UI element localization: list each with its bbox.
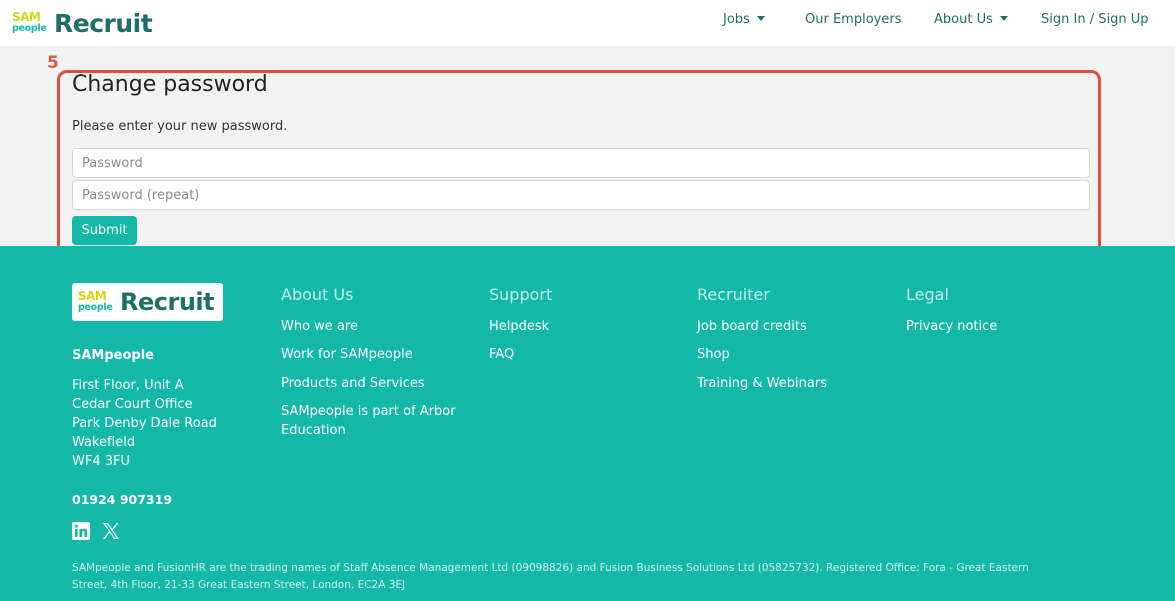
footer-about-heading: About Us (281, 285, 354, 304)
site-logo[interactable]: SAM people Recruit (12, 5, 153, 41)
footer-link-privacy-notice[interactable]: Privacy notice (906, 319, 997, 334)
footer-legal-heading: Legal (906, 285, 949, 304)
footer-logo[interactable]: SAM people Recruit (72, 283, 223, 321)
x-twitter-icon[interactable] (102, 522, 120, 540)
nav-our-employers[interactable]: Our Employers (805, 12, 901, 27)
submit-button[interactable]: Submit (72, 216, 137, 245)
address-line: First Floor, Unit A (72, 378, 184, 393)
sampeople-logo-mark: SAM people (12, 9, 52, 37)
footer-recruiter-heading: Recruiter (697, 285, 770, 304)
logo-people-text: people (12, 23, 47, 34)
nav-about-label: About Us (934, 12, 993, 27)
nav-employers-label: Our Employers (805, 12, 902, 27)
linkedin-icon[interactable] (72, 522, 90, 540)
caret-down-icon (999, 16, 1008, 21)
nav-jobs-label: Jobs (723, 12, 750, 27)
site-footer: SAM people Recruit SAMpeople First Floor… (0, 246, 1175, 601)
logo-recruit-text: Recruit (54, 8, 153, 38)
address-line: Park Denby Dale Road (72, 416, 217, 431)
footer-link-work-for-sampeople[interactable]: Work for SAMpeople (281, 347, 413, 362)
footer-link-arbor-education[interactable]: SAMpeople is part of Arbor (281, 404, 456, 419)
top-navbar: SAM people Recruit Jobs Our Employers Ab… (0, 0, 1175, 46)
legal-text-line: SAMpeople and FusionHR are the trading n… (72, 562, 1029, 574)
footer-link-faq[interactable]: FAQ (489, 347, 514, 362)
address-line: WF4 3FU (72, 454, 130, 469)
step-number-annotation: 5 (47, 53, 59, 73)
footer-phone: 01924 907319 (72, 492, 173, 507)
address-line: Wakefield (72, 435, 136, 450)
legal-text-line: Street, 4th Floor, 21-33 Great Eastern S… (72, 579, 406, 591)
footer-support-heading: Support (489, 285, 553, 304)
footer-link-helpdesk[interactable]: Helpdesk (489, 319, 549, 334)
footer-link-job-board-credits[interactable]: Job board credits (697, 319, 807, 334)
page-title: Change password (72, 72, 268, 97)
sampeople-logo-mark: SAM people (78, 288, 118, 316)
caret-down-icon (756, 16, 765, 21)
footer-legal-text: SAMpeople and FusionHR are the trading n… (72, 560, 1072, 594)
logo-people-text: people (78, 302, 113, 313)
address-line: Cedar Court Office (72, 397, 193, 412)
nav-about-dropdown[interactable]: About Us (934, 12, 1008, 27)
logo-recruit-text: Recruit (120, 288, 215, 316)
nav-jobs-dropdown[interactable]: Jobs (723, 12, 765, 27)
footer-company-name: SAMpeople (72, 348, 154, 363)
nav-signin-label: Sign In / Sign Up (1041, 12, 1149, 27)
logo-sam-text: SAM (12, 10, 41, 24)
footer-link-who-we-are[interactable]: Who we are (281, 319, 358, 334)
footer-link-products-services[interactable]: Products and Services (281, 376, 425, 391)
password-repeat-input[interactable] (72, 180, 1090, 210)
nav-signin[interactable]: Sign In / Sign Up (1041, 12, 1148, 27)
form-instructions: Please enter your new password. (72, 119, 288, 134)
footer-link-arbor-education-cont[interactable]: Education (281, 423, 346, 438)
logo-sam-text: SAM (78, 289, 107, 303)
footer-link-shop[interactable]: Shop (697, 347, 730, 362)
footer-link-training-webinars[interactable]: Training & Webinars (697, 376, 827, 391)
password-input[interactable] (72, 148, 1090, 178)
